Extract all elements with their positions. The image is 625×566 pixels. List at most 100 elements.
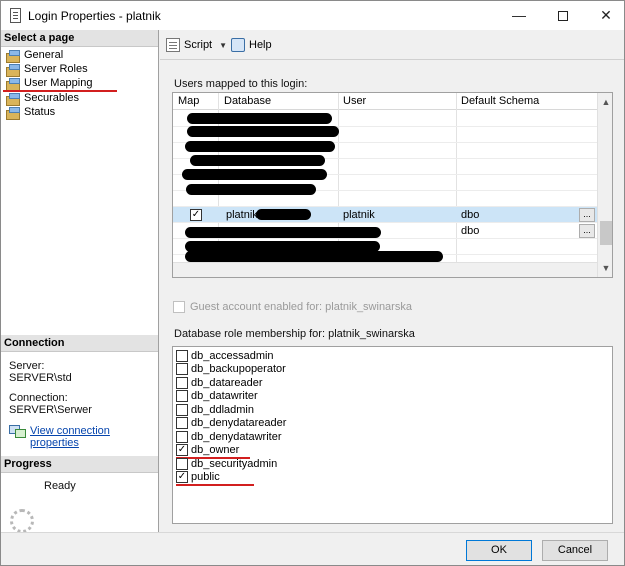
table-row-selected[interactable]: ✓ platnik platnik dbo ... bbox=[173, 207, 597, 223]
connection-label: Connection: bbox=[9, 392, 68, 404]
role-item-public[interactable]: ✓ public bbox=[176, 470, 220, 483]
help-button[interactable]: Help bbox=[231, 38, 272, 52]
main-pane: Script ▼ Help Users mapped to this login… bbox=[160, 30, 624, 532]
chevron-down-icon[interactable]: ▼ bbox=[219, 41, 227, 50]
role-membership-list[interactable]: db_accessadmin db_backupoperator db_data… bbox=[172, 346, 613, 524]
document-icon bbox=[10, 8, 21, 23]
scroll-down-icon[interactable]: ▼ bbox=[598, 261, 612, 275]
redaction-mark bbox=[186, 184, 316, 195]
redaction-mark bbox=[185, 227, 381, 238]
page-item-status[interactable]: Status bbox=[6, 105, 55, 120]
page-item-user-mapping[interactable]: User Mapping bbox=[6, 76, 93, 91]
role-item-db-datareader[interactable]: db_datareader bbox=[176, 376, 263, 389]
database-cell: platnik bbox=[226, 209, 258, 221]
column-header-map[interactable]: Map bbox=[178, 95, 199, 107]
left-pane: Select a page General Server Roles User … bbox=[1, 30, 159, 533]
redaction-mark bbox=[190, 155, 325, 166]
role-item-db-denydatareader[interactable]: db_denydatareader bbox=[176, 416, 286, 429]
role-checkbox[interactable] bbox=[176, 416, 188, 429]
column-header-database[interactable]: Database bbox=[224, 95, 271, 107]
cancel-button[interactable]: Cancel bbox=[542, 540, 608, 561]
page-icon bbox=[6, 49, 20, 63]
role-checkbox-checked[interactable]: ✓ bbox=[176, 443, 188, 456]
minimize-button[interactable]: — bbox=[497, 1, 541, 30]
schema-cell: dbo bbox=[461, 209, 480, 221]
maximize-button[interactable] bbox=[541, 1, 585, 30]
page-item-server-roles[interactable]: Server Roles bbox=[6, 62, 88, 77]
schema-cell: dbo bbox=[461, 225, 480, 237]
guest-account-checkbox[interactable] bbox=[173, 301, 185, 313]
annotation-underline-public bbox=[176, 484, 254, 486]
script-button[interactable]: Script ▼ bbox=[166, 38, 227, 52]
role-checkbox[interactable] bbox=[176, 403, 188, 416]
role-checkbox-checked[interactable]: ✓ bbox=[176, 470, 188, 483]
page-icon bbox=[6, 63, 20, 77]
script-label: Script bbox=[184, 39, 213, 51]
schema-browse-button[interactable]: ... bbox=[579, 224, 595, 238]
column-header-user[interactable]: User bbox=[343, 95, 366, 107]
users-mapped-grid[interactable]: Map Database User Default Schema ✓ platn… bbox=[172, 92, 613, 278]
role-checkbox[interactable] bbox=[176, 389, 188, 402]
page-item-general[interactable]: General bbox=[6, 48, 64, 63]
redaction-mark bbox=[256, 209, 311, 220]
redaction-mark bbox=[185, 251, 443, 262]
progress-header: Progress bbox=[1, 456, 158, 473]
page-item-securables[interactable]: Securables bbox=[6, 91, 80, 106]
progress-spinner-icon bbox=[10, 509, 34, 533]
role-item-db-owner[interactable]: ✓ db_owner bbox=[176, 443, 239, 456]
role-label: db_accessadmin bbox=[191, 349, 274, 362]
server-label: Server: bbox=[9, 360, 45, 372]
page-icon bbox=[6, 92, 20, 106]
role-label: db_datawriter bbox=[191, 389, 258, 402]
guest-account-label: Guest account enabled for: platnik_swina… bbox=[190, 301, 412, 313]
role-label: db_ddladmin bbox=[191, 403, 254, 416]
connection-header: Connection bbox=[1, 335, 158, 352]
connection-properties-icon bbox=[9, 425, 26, 438]
scroll-up-icon[interactable]: ▲ bbox=[598, 95, 612, 109]
script-icon bbox=[166, 38, 180, 52]
users-mapped-label: Users mapped to this login: bbox=[174, 78, 308, 90]
role-item-db-ddladmin[interactable]: db_ddladmin bbox=[176, 403, 254, 416]
page-item-label: General bbox=[24, 49, 64, 61]
column-header-default-schema[interactable]: Default Schema bbox=[461, 95, 539, 107]
role-checkbox[interactable] bbox=[176, 362, 188, 375]
scroll-thumb[interactable] bbox=[600, 221, 612, 245]
help-label: Help bbox=[249, 39, 272, 51]
guest-account-option[interactable]: Guest account enabled for: platnik_swina… bbox=[173, 301, 412, 313]
view-connection-properties-link[interactable]: View connection properties bbox=[30, 425, 158, 449]
help-icon bbox=[231, 38, 245, 52]
role-label: db_owner bbox=[191, 443, 240, 456]
redaction-mark bbox=[187, 126, 339, 137]
role-label: db_denydatareader bbox=[191, 416, 287, 429]
grid-header: Map Database User Default Schema bbox=[173, 93, 597, 110]
page-icon bbox=[6, 77, 20, 91]
role-checkbox[interactable] bbox=[176, 457, 188, 470]
role-checkbox[interactable] bbox=[176, 376, 188, 389]
role-item-db-securityadmin[interactable]: db_securityadmin bbox=[176, 457, 277, 470]
role-item-db-backupoperator[interactable]: db_backupoperator bbox=[176, 362, 286, 375]
dialog-button-bar: OK Cancel bbox=[1, 532, 624, 565]
role-item-db-datawriter[interactable]: db_datawriter bbox=[176, 389, 258, 402]
grid-footer-area bbox=[173, 262, 597, 277]
page-item-label: User Mapping bbox=[24, 77, 93, 89]
ok-button[interactable]: OK bbox=[466, 540, 532, 561]
page-item-label: Server Roles bbox=[24, 63, 88, 75]
role-item-db-denydatawriter[interactable]: db_denydatawriter bbox=[176, 430, 282, 443]
role-label: db_backupoperator bbox=[191, 362, 286, 375]
role-checkbox[interactable] bbox=[176, 349, 188, 362]
role-label: db_datareader bbox=[191, 376, 263, 389]
role-checkbox[interactable] bbox=[176, 430, 188, 443]
role-item-db-accessadmin[interactable]: db_accessadmin bbox=[176, 349, 274, 362]
role-label: db_securityadmin bbox=[191, 457, 278, 470]
page-item-label: Securables bbox=[24, 92, 80, 104]
page-icon bbox=[6, 106, 20, 120]
maximize-icon bbox=[558, 11, 568, 22]
server-value: SERVER\std bbox=[9, 372, 72, 384]
role-label: public bbox=[191, 470, 220, 483]
schema-browse-button[interactable]: ... bbox=[579, 208, 595, 222]
map-checkbox[interactable]: ✓ bbox=[190, 209, 202, 221]
close-button[interactable]: ✕ bbox=[584, 1, 625, 30]
vertical-scrollbar[interactable]: ▲ ▼ bbox=[597, 93, 612, 277]
role-membership-label: Database role membership for: platnik_sw… bbox=[174, 328, 415, 340]
role-label: db_denydatawriter bbox=[191, 430, 282, 443]
